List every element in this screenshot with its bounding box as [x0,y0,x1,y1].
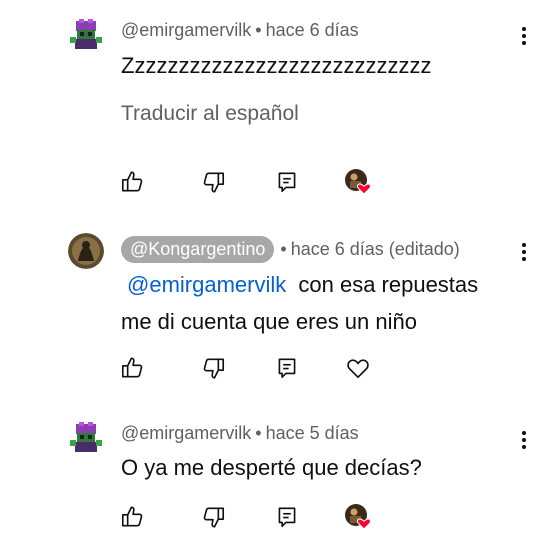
avatar[interactable] [68,17,104,53]
comment-actions [0,169,560,199]
comment-text: Zzzzzzzzzzzzzzzzzzzzzzzzzzzz [121,53,432,78]
separator: • [255,423,262,443]
author-pill[interactable]: @Kongargentino [121,236,275,263]
creator-heart-icon [344,503,372,531]
author-name[interactable]: @emirgamervilk [121,423,251,444]
comment-header: @Kongargentino • hace 6 días (editado) [121,236,460,263]
dislike-icon[interactable] [201,355,227,381]
timestamp[interactable]: hace 6 días [266,20,359,41]
dislike-icon[interactable] [201,169,227,195]
like-icon[interactable] [119,169,145,195]
comment-header: @emirgamervilk • hace 5 días [121,423,359,444]
like-icon[interactable] [119,504,145,530]
timestamp[interactable]: hace 6 días (editado) [291,239,460,260]
comment-actions [0,504,560,534]
comment-text-line-2: me di cuenta que eres un niño [121,309,417,334]
author-name[interactable]: @emirgamervilk [121,20,251,41]
timestamp[interactable]: hace 5 días [266,423,359,444]
dislike-icon[interactable] [201,504,227,530]
avatar[interactable] [68,420,104,456]
like-icon[interactable] [119,355,145,381]
more-vert-icon[interactable] [514,240,534,264]
comment-text: @emirgamervilk con esa repuestas [127,267,478,303]
mention-link[interactable]: @emirgamervilk [127,272,286,297]
separator: • [280,239,287,259]
reply-icon[interactable] [274,169,300,195]
reply-icon[interactable] [274,504,300,530]
comment-actions [0,355,560,385]
heart-icon[interactable] [345,355,371,381]
comment-text: O ya me desperté que decías? [121,455,422,480]
creator-heart-icon [344,168,372,196]
reply-icon[interactable] [274,355,300,381]
comment-header: @emirgamervilk • hace 6 días [121,20,359,41]
translate-button[interactable]: Traducir al español [121,102,299,126]
separator: • [255,20,262,40]
more-vert-icon[interactable] [514,24,534,48]
avatar[interactable] [68,233,104,269]
more-vert-icon[interactable] [514,428,534,452]
comment-text-line-1: con esa repuestas [298,272,479,297]
